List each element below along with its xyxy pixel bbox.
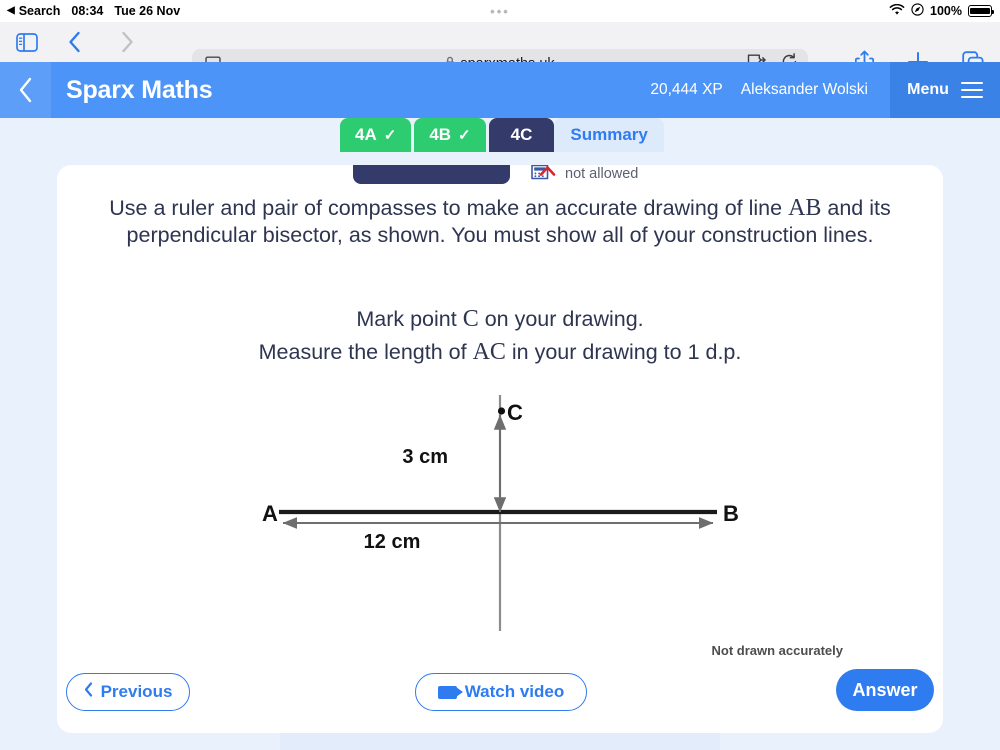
safari-toolbar: sparxmaths.uk xyxy=(0,22,1000,79)
calculator-not-allowed-icon xyxy=(530,165,556,186)
location-circle-icon xyxy=(911,3,924,19)
previous-button[interactable]: Previous xyxy=(66,673,190,711)
question-line2-b: on your drawing. xyxy=(478,307,644,331)
sidebar-icon[interactable] xyxy=(16,32,38,52)
not-drawn-accurately-note: Not drawn accurately xyxy=(711,643,844,658)
tab-4a-label: 4A xyxy=(355,125,377,144)
tab-4b[interactable]: 4B ✓ xyxy=(414,118,486,152)
question-text-part-a: Use a ruler and pair of compasses to mak… xyxy=(109,196,789,220)
previous-button-label: Previous xyxy=(100,682,173,701)
wifi-icon xyxy=(889,3,905,19)
label-a: A xyxy=(262,501,278,526)
battery-full-icon xyxy=(968,5,995,17)
question-line3-b: in your drawing to 1 d.p. xyxy=(505,340,742,364)
tab-4c-label: 4C xyxy=(510,125,533,144)
check-icon: ✓ xyxy=(383,127,397,144)
point-c-dot xyxy=(497,407,506,415)
watch-video-label: Watch video xyxy=(464,682,565,701)
answer-button[interactable]: Answer xyxy=(836,669,934,711)
question-line2-a: Mark point xyxy=(356,307,463,331)
ios-status-bar: ◀ Search 08:34 Tue 26 Nov ••• 100% xyxy=(0,0,1000,22)
browser-forward-icon xyxy=(121,31,134,53)
app-header: Sparx Maths 20,444 XP Aleksander Wolski … xyxy=(0,62,1000,118)
question-line-2: Mark point C on your drawing. xyxy=(91,303,909,336)
question-line3-a: Measure the length of xyxy=(258,340,473,364)
video-camera-icon xyxy=(437,685,463,699)
chevron-left-icon xyxy=(84,682,93,702)
calculator-not-allowed: not allowed xyxy=(530,165,638,186)
tab-4c[interactable]: 4C xyxy=(488,118,555,152)
question-text-secondary: Mark point C on your drawing. Measure th… xyxy=(91,303,909,369)
calculator-not-allowed-label: not allowed xyxy=(565,166,639,182)
math-ac: AC xyxy=(472,339,506,365)
screen: ◀ Search 08:34 Tue 26 Nov ••• 100% Sparx… xyxy=(0,0,1000,750)
menu-button[interactable]: Menu xyxy=(890,62,1000,118)
battery-percent-label: 100% xyxy=(930,4,962,18)
app-back-button[interactable] xyxy=(0,62,51,118)
answer-button-label: Answer xyxy=(852,679,918,700)
multitask-dots-label: ••• xyxy=(490,3,510,19)
dimension-12cm-label: 12 cm xyxy=(364,531,421,553)
question-text-primary: Use a ruler and pair of compasses to mak… xyxy=(91,195,909,249)
app-header-right: 20,444 XP Aleksander Wolski Menu xyxy=(650,62,1000,118)
question-progress-pill xyxy=(353,165,510,184)
math-c: C xyxy=(462,306,479,332)
card-footer: Previous Watch video Answer xyxy=(57,659,943,733)
tab-4a[interactable]: 4A ✓ xyxy=(340,118,412,152)
label-b: B xyxy=(723,501,739,526)
multitask-dots[interactable]: ••• xyxy=(0,0,1000,22)
dimension-3cm-label: 3 cm xyxy=(402,446,448,468)
check-icon: ✓ xyxy=(458,127,471,144)
question-tabs: 4A ✓ 4B ✓ 4C Summary xyxy=(340,118,664,152)
tab-4b-label: 4B xyxy=(429,125,452,144)
math-ab: AB xyxy=(788,195,822,221)
menu-button-label: Menu xyxy=(907,81,949,98)
browser-back-icon[interactable] xyxy=(68,31,81,53)
question-card: not allowed Use a ruler and pair of comp… xyxy=(57,165,943,733)
construction-diagram: A B C 3 cm 12 cm xyxy=(57,395,943,645)
xp-counter: 20,444 XP xyxy=(650,81,723,98)
tab-summary[interactable]: Summary xyxy=(554,118,664,152)
question-line-3: Measure the length of AC in your drawing… xyxy=(91,336,909,369)
app-title: Sparx Maths xyxy=(66,75,213,104)
user-name[interactable]: Aleksander Wolski xyxy=(741,81,868,99)
status-bar-right: 100% xyxy=(889,0,995,22)
chevron-left-icon xyxy=(19,77,32,103)
tab-summary-label: Summary xyxy=(570,125,648,144)
label-c: C xyxy=(507,400,523,425)
watch-video-button[interactable]: Watch video xyxy=(415,673,587,711)
hamburger-icon xyxy=(960,81,983,99)
question-card-clip: not allowed Use a ruler and pair of comp… xyxy=(57,165,943,733)
